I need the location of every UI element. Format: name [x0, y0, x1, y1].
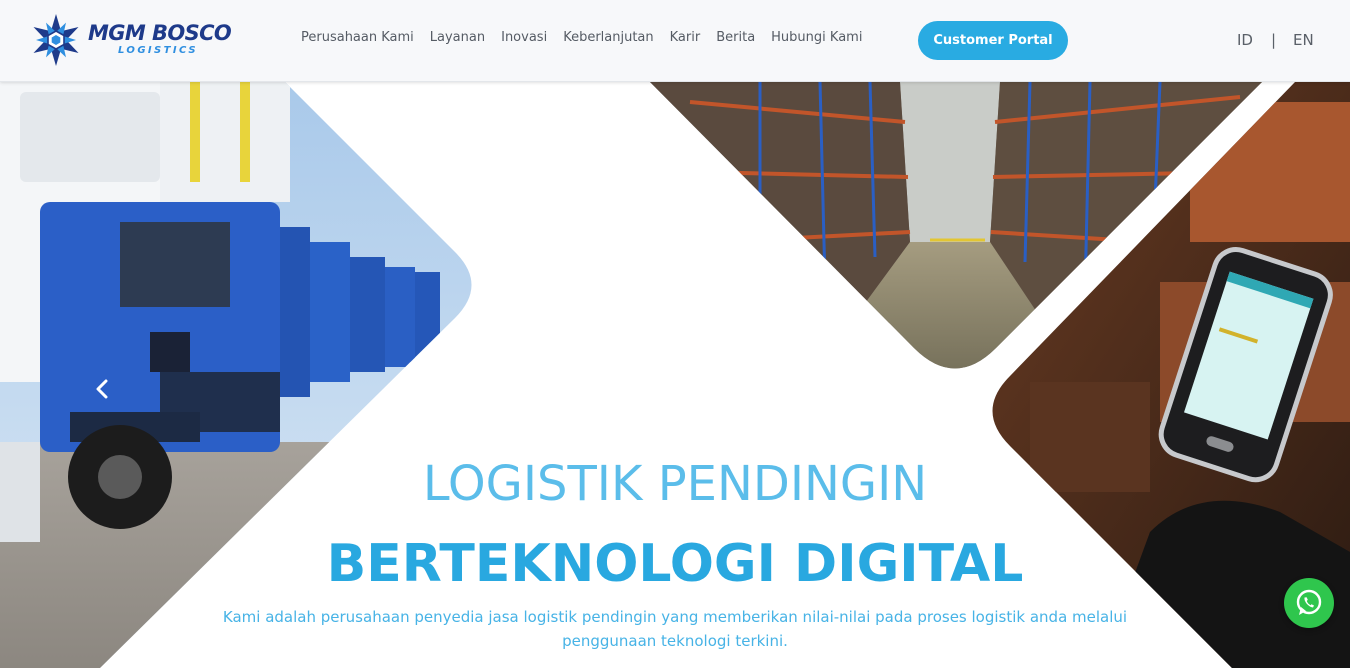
whatsapp-icon [1296, 589, 1322, 615]
lang-id-link[interactable]: ID [1237, 31, 1253, 49]
snowflake-logo-icon [33, 14, 79, 66]
brand-tagline: LOGISTICS [118, 45, 198, 56]
nav-hubungi-kami[interactable]: Hubungi Kami [771, 29, 862, 47]
hero-description: Kami adalah perusahaan penyedia jasa log… [222, 608, 1128, 650]
chevron-left-icon [96, 379, 108, 399]
lang-en-link[interactable]: EN [1293, 31, 1314, 49]
hero-slider: LOGISTIK PENDINGIN BERTEKNOLOGI DIGITAL … [0, 82, 1350, 668]
language-switcher: ID | EN [1237, 31, 1314, 49]
nav-keberlanjutan[interactable]: Keberlanjutan [563, 29, 653, 47]
brand-name: MGM BOSCO [88, 21, 232, 45]
brand-wordmark: MGM BOSCO LOGISTICS [88, 21, 232, 57]
brand-logo[interactable]: MGM BOSCO LOGISTICS [28, 12, 232, 70]
customer-portal-button[interactable]: Customer Portal [918, 21, 1068, 60]
main-nav: Perusahaan Kami Layanan Inovasi Keberlan… [301, 29, 862, 47]
nav-inovasi[interactable]: Inovasi [501, 29, 547, 47]
hero-headline-line2: BERTEKNOLOGI DIGITAL [326, 534, 1024, 594]
nav-karir[interactable]: Karir [670, 29, 701, 47]
slider-prev-button[interactable] [88, 372, 116, 406]
nav-berita[interactable]: Berita [716, 29, 755, 47]
nav-perusahaan-kami[interactable]: Perusahaan Kami [301, 29, 414, 47]
hero-headline-line1: LOGISTIK PENDINGIN [422, 456, 928, 512]
nav-layanan[interactable]: Layanan [430, 29, 485, 47]
lang-separator: | [1270, 31, 1277, 49]
site-header: MGM BOSCO LOGISTICS Perusahaan Kami Laya… [0, 0, 1350, 82]
whatsapp-button[interactable] [1284, 578, 1334, 628]
